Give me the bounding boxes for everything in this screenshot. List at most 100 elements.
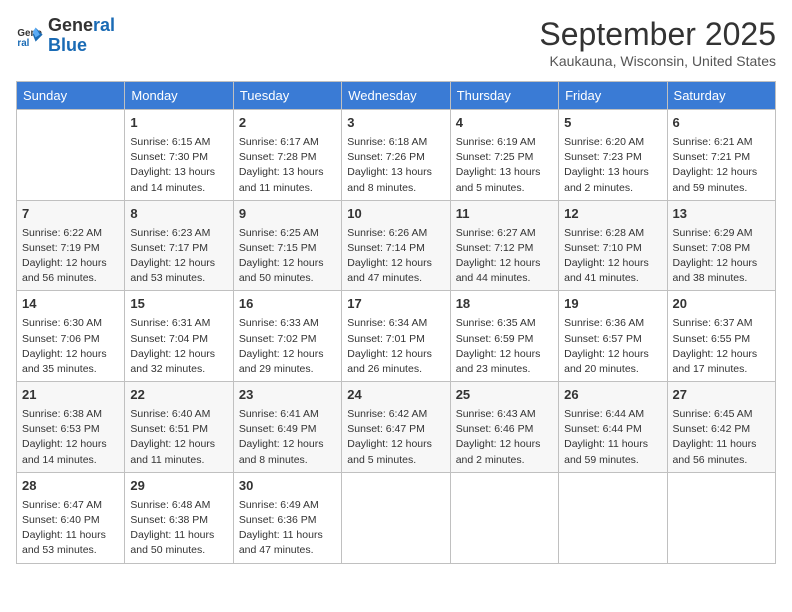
day-number: 19 [564,295,661,314]
cell-info: Sunrise: 6:34 AM Sunset: 7:01 PM Dayligh… [347,316,444,377]
cell-info: Sunrise: 6:31 AM Sunset: 7:04 PM Dayligh… [130,316,227,377]
logo-text-line2: Blue [48,36,115,56]
cell-info: Sunrise: 6:20 AM Sunset: 7:23 PM Dayligh… [564,135,661,196]
day-number: 15 [130,295,227,314]
day-number: 30 [239,477,336,496]
cell-info: Sunrise: 6:33 AM Sunset: 7:02 PM Dayligh… [239,316,336,377]
calendar-cell [450,472,558,563]
col-header-monday: Monday [125,82,233,110]
day-number: 5 [564,114,661,133]
day-number: 14 [22,295,119,314]
calendar-cell: 23 Sunrise: 6:41 AM Sunset: 6:49 PM Dayli… [233,382,341,473]
calendar-week-row: 7 Sunrise: 6:22 AM Sunset: 7:19 PM Daylig… [17,200,776,291]
cell-info: Sunrise: 6:36 AM Sunset: 6:57 PM Dayligh… [564,316,661,377]
day-number: 24 [347,386,444,405]
calendar-week-row: 21Sunrise: 6:38 AM Sunset: 6:53 PM Dayli… [17,382,776,473]
cell-info: Sunrise: 6:35 AM Sunset: 6:59 PM Dayligh… [456,316,553,377]
cell-info: Sunrise: 6:19 AM Sunset: 7:25 PM Dayligh… [456,135,553,196]
day-number: 7 [22,205,119,224]
day-number: 16 [239,295,336,314]
col-header-saturday: Saturday [667,82,775,110]
day-number: 12 [564,205,661,224]
logo-text-line1: General [48,16,115,36]
col-header-thursday: Thursday [450,82,558,110]
calendar-cell: 1Sunrise: 6:15 AM Sunset: 7:30 PM Daylig… [125,110,233,201]
title-block: September 2025 Kaukauna, Wisconsin, Unit… [539,16,776,69]
cell-info: Sunrise: 6:44 AM Sunset: 6:44 PM Dayligh… [564,407,661,468]
calendar-cell: 12 Sunrise: 6:28 AM Sunset: 7:10 PM Dayli… [559,200,667,291]
calendar-table: SundayMondayTuesdayWednesdayThursdayFrid… [16,81,776,564]
calendar-cell: 19 Sunrise: 6:36 AM Sunset: 6:57 PM Dayli… [559,291,667,382]
calendar-cell: 15 Sunrise: 6:31 AM Sunset: 7:04 PM Dayli… [125,291,233,382]
logo: Gene ral General Blue [16,16,115,56]
day-number: 17 [347,295,444,314]
calendar-cell: 28Sunrise: 6:47 AM Sunset: 6:40 PM Dayli… [17,472,125,563]
calendar-cell [342,472,450,563]
cell-info: Sunrise: 6:49 AM Sunset: 6:36 PM Dayligh… [239,498,336,559]
calendar-cell: 2 Sunrise: 6:17 AM Sunset: 7:28 PM Daylig… [233,110,341,201]
day-number: 10 [347,205,444,224]
calendar-cell: 26 Sunrise: 6:44 AM Sunset: 6:44 PM Dayli… [559,382,667,473]
calendar-cell: 6 Sunrise: 6:21 AM Sunset: 7:21 PM Daylig… [667,110,775,201]
calendar-cell: 8Sunrise: 6:23 AM Sunset: 7:17 PM Daylig… [125,200,233,291]
day-number: 29 [130,477,227,496]
calendar-cell [667,472,775,563]
col-header-sunday: Sunday [17,82,125,110]
calendar-cell: 18Sunrise: 6:35 AM Sunset: 6:59 PM Dayli… [450,291,558,382]
svg-text:ral: ral [17,38,29,49]
cell-info: Sunrise: 6:18 AM Sunset: 7:26 PM Dayligh… [347,135,444,196]
calendar-cell: 21Sunrise: 6:38 AM Sunset: 6:53 PM Dayli… [17,382,125,473]
location: Kaukauna, Wisconsin, United States [539,53,776,69]
cell-info: Sunrise: 6:23 AM Sunset: 7:17 PM Dayligh… [130,226,227,287]
calendar-cell: 9 Sunrise: 6:25 AM Sunset: 7:15 PM Daylig… [233,200,341,291]
calendar-cell: 13Sunrise: 6:29 AM Sunset: 7:08 PM Dayli… [667,200,775,291]
month-title: September 2025 [539,16,776,53]
cell-info: Sunrise: 6:29 AM Sunset: 7:08 PM Dayligh… [673,226,770,287]
cell-info: Sunrise: 6:48 AM Sunset: 6:38 PM Dayligh… [130,498,227,559]
day-number: 6 [673,114,770,133]
calendar-cell: 16 Sunrise: 6:33 AM Sunset: 7:02 PM Dayli… [233,291,341,382]
day-number: 1 [130,114,227,133]
col-header-friday: Friday [559,82,667,110]
calendar-cell: 22Sunrise: 6:40 AM Sunset: 6:51 PM Dayli… [125,382,233,473]
cell-info: Sunrise: 6:38 AM Sunset: 6:53 PM Dayligh… [22,407,119,468]
calendar-cell: 20 Sunrise: 6:37 AM Sunset: 6:55 PM Dayli… [667,291,775,382]
day-number: 20 [673,295,770,314]
calendar-cell: 24Sunrise: 6:42 AM Sunset: 6:47 PM Dayli… [342,382,450,473]
col-header-tuesday: Tuesday [233,82,341,110]
calendar-cell: 27Sunrise: 6:45 AM Sunset: 6:42 PM Dayli… [667,382,775,473]
day-number: 26 [564,386,661,405]
calendar-cell: 30 Sunrise: 6:49 AM Sunset: 6:36 PM Dayli… [233,472,341,563]
cell-info: Sunrise: 6:47 AM Sunset: 6:40 PM Dayligh… [22,498,119,559]
calendar-cell: 5 Sunrise: 6:20 AM Sunset: 7:23 PM Daylig… [559,110,667,201]
cell-info: Sunrise: 6:41 AM Sunset: 6:49 PM Dayligh… [239,407,336,468]
calendar-cell: 17 Sunrise: 6:34 AM Sunset: 7:01 PM Dayli… [342,291,450,382]
calendar-cell: 25Sunrise: 6:43 AM Sunset: 6:46 PM Dayli… [450,382,558,473]
cell-info: Sunrise: 6:28 AM Sunset: 7:10 PM Dayligh… [564,226,661,287]
day-number: 23 [239,386,336,405]
day-number: 2 [239,114,336,133]
cell-info: Sunrise: 6:37 AM Sunset: 6:55 PM Dayligh… [673,316,770,377]
cell-info: Sunrise: 6:22 AM Sunset: 7:19 PM Dayligh… [22,226,119,287]
cell-info: Sunrise: 6:45 AM Sunset: 6:42 PM Dayligh… [673,407,770,468]
calendar-cell [17,110,125,201]
cell-info: Sunrise: 6:26 AM Sunset: 7:14 PM Dayligh… [347,226,444,287]
calendar-cell: 11Sunrise: 6:27 AM Sunset: 7:12 PM Dayli… [450,200,558,291]
calendar-cell: 29 Sunrise: 6:48 AM Sunset: 6:38 PM Dayli… [125,472,233,563]
day-number: 25 [456,386,553,405]
col-header-wednesday: Wednesday [342,82,450,110]
cell-info: Sunrise: 6:40 AM Sunset: 6:51 PM Dayligh… [130,407,227,468]
calendar-cell [559,472,667,563]
cell-info: Sunrise: 6:25 AM Sunset: 7:15 PM Dayligh… [239,226,336,287]
page-header: Gene ral General Blue September 2025 Kau… [16,16,776,69]
day-number: 3 [347,114,444,133]
day-number: 9 [239,205,336,224]
day-number: 11 [456,205,553,224]
day-number: 4 [456,114,553,133]
cell-info: Sunrise: 6:21 AM Sunset: 7:21 PM Dayligh… [673,135,770,196]
calendar-header-row: SundayMondayTuesdayWednesdayThursdayFrid… [17,82,776,110]
logo-icon: Gene ral [16,22,44,50]
calendar-week-row: 14Sunrise: 6:30 AM Sunset: 7:06 PM Dayli… [17,291,776,382]
cell-info: Sunrise: 6:17 AM Sunset: 7:28 PM Dayligh… [239,135,336,196]
calendar-week-row: 1Sunrise: 6:15 AM Sunset: 7:30 PM Daylig… [17,110,776,201]
